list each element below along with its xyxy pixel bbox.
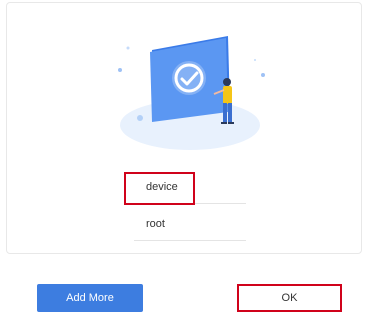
ok-button[interactable]: OK bbox=[237, 284, 342, 312]
username-field bbox=[134, 207, 246, 241]
username-input[interactable] bbox=[134, 207, 246, 240]
success-illustration-icon bbox=[118, 36, 265, 150]
device-field bbox=[134, 170, 246, 204]
add-more-button[interactable]: Add More bbox=[37, 284, 143, 312]
device-input[interactable] bbox=[134, 170, 246, 203]
